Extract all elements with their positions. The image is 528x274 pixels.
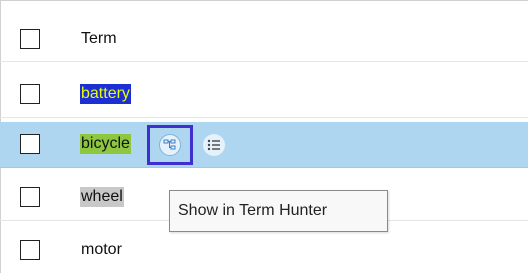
table-top-border	[0, 0, 528, 1]
tooltip-text: Show in Term Hunter	[178, 202, 328, 219]
row-checkbox[interactable]	[20, 134, 40, 154]
table-row[interactable]: motor	[0, 228, 528, 274]
list-view-button[interactable]	[203, 134, 225, 156]
select-all-checkbox[interactable]	[20, 29, 40, 49]
row-checkbox[interactable]	[20, 240, 40, 260]
term-label: motor	[81, 241, 122, 258]
table-row-selected[interactable]: bicycle	[0, 122, 528, 168]
term-label: bicycle	[80, 134, 131, 154]
table-row[interactable]: battery	[0, 72, 528, 118]
list-icon	[207, 139, 220, 151]
term-label: wheel	[80, 187, 124, 207]
table-header-row: Term	[0, 16, 528, 62]
focus-outline	[147, 125, 193, 165]
term-label: battery	[80, 84, 131, 104]
column-header-term[interactable]: Term	[80, 29, 118, 49]
row-checkbox[interactable]	[20, 84, 40, 104]
tooltip: Show in Term Hunter	[169, 190, 388, 232]
term-table: Term battery bicycle wheel motor Show in…	[0, 0, 528, 273]
row-checkbox[interactable]	[20, 187, 40, 207]
